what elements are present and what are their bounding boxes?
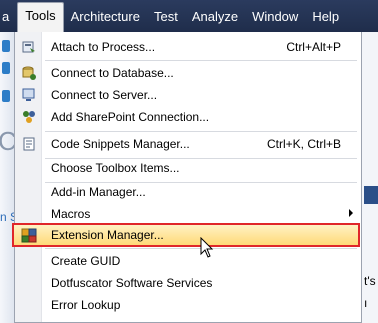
menu-item-test[interactable]: Test (147, 5, 185, 29)
menu-item-file-partial[interactable]: a (0, 5, 17, 29)
extension-manager-icon (21, 228, 37, 243)
menu-item-extension-manager[interactable]: Extension Manager... (15, 224, 361, 246)
panel-icon (2, 90, 10, 102)
menu-bar: a Tools Architecture Test Analyze Window… (0, 0, 378, 32)
database-connect-icon (22, 66, 36, 80)
menu-item-add-sharepoint[interactable]: Add SharePoint Connection... (15, 106, 361, 128)
mouse-cursor-icon (200, 237, 214, 258)
menu-item-analyze[interactable]: Analyze (185, 5, 245, 29)
attach-process-icon (22, 41, 35, 53)
menu-item-architecture[interactable]: Architecture (64, 5, 147, 29)
toolbox-panel (0, 32, 14, 323)
menu-separator (45, 60, 357, 61)
menu-item-help[interactable]: Help (305, 5, 346, 29)
menu-separator (45, 131, 357, 132)
background-text: ı (364, 296, 368, 310)
menu-item-addin-manager[interactable]: Add-in Manager... (15, 181, 361, 203)
menu-item-window[interactable]: Window (245, 5, 305, 29)
server-connect-icon (22, 88, 35, 101)
background-text: t's (364, 274, 376, 288)
submenu-arrow-icon (349, 209, 353, 217)
right-panel-tab (364, 186, 378, 204)
menu-item-choose-toolbox[interactable]: Choose Toolbox Items... (15, 157, 361, 179)
menu-item-connect-server[interactable]: Connect to Server... (15, 84, 361, 106)
menu-item-attach-to-process[interactable]: Attach to Process... Ctrl+Alt+P (15, 36, 361, 58)
menu-item-macros[interactable]: Macros (15, 203, 361, 225)
menu-item-dotfuscator[interactable]: Dotfuscator Software Services (15, 272, 361, 294)
menu-item-tools[interactable]: Tools (17, 2, 64, 32)
menu-item-code-snippets[interactable]: Code Snippets Manager... Ctrl+K, Ctrl+B (15, 133, 361, 155)
menu-item-connect-database[interactable]: Connect to Database... (15, 62, 361, 84)
menu-item-create-guid[interactable]: Create GUID (15, 250, 361, 272)
menu-item-error-lookup[interactable]: Error Lookup (15, 294, 361, 316)
tools-menu: Attach to Process... Ctrl+Alt+P Connect … (12, 32, 362, 323)
panel-icon (2, 40, 10, 52)
panel-icon (2, 62, 10, 74)
snippets-icon (23, 137, 35, 151)
sharepoint-icon (23, 111, 35, 123)
